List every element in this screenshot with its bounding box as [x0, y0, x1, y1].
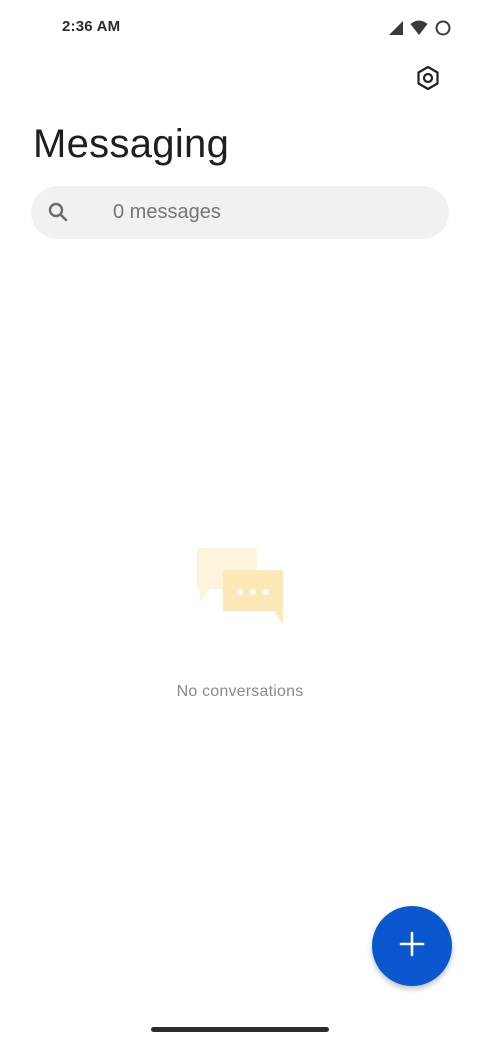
- search-icon: [47, 201, 69, 223]
- plus-icon: [398, 930, 426, 963]
- empty-state-message: No conversations: [176, 683, 304, 700]
- messaging-screen: 2:36 AM Messaging 0 messages No conversa…: [0, 0, 480, 1040]
- status-time: 2:36 AM: [62, 18, 121, 35]
- new-conversation-button[interactable]: [372, 906, 452, 986]
- chat-bubbles-icon: [194, 544, 286, 628]
- search-placeholder: 0 messages: [113, 201, 221, 223]
- settings-icon: [415, 65, 441, 96]
- page-title: Messaging: [33, 122, 230, 166]
- status-icons: [388, 18, 452, 38]
- gesture-navigation-bar[interactable]: [151, 1027, 329, 1032]
- wifi-icon: [410, 20, 428, 36]
- cellular-signal-icon: [388, 20, 404, 36]
- search-bar[interactable]: 0 messages: [31, 186, 449, 239]
- battery-icon: [434, 19, 452, 37]
- status-bar: 2:36 AM: [0, 0, 480, 56]
- settings-button[interactable]: [404, 56, 452, 104]
